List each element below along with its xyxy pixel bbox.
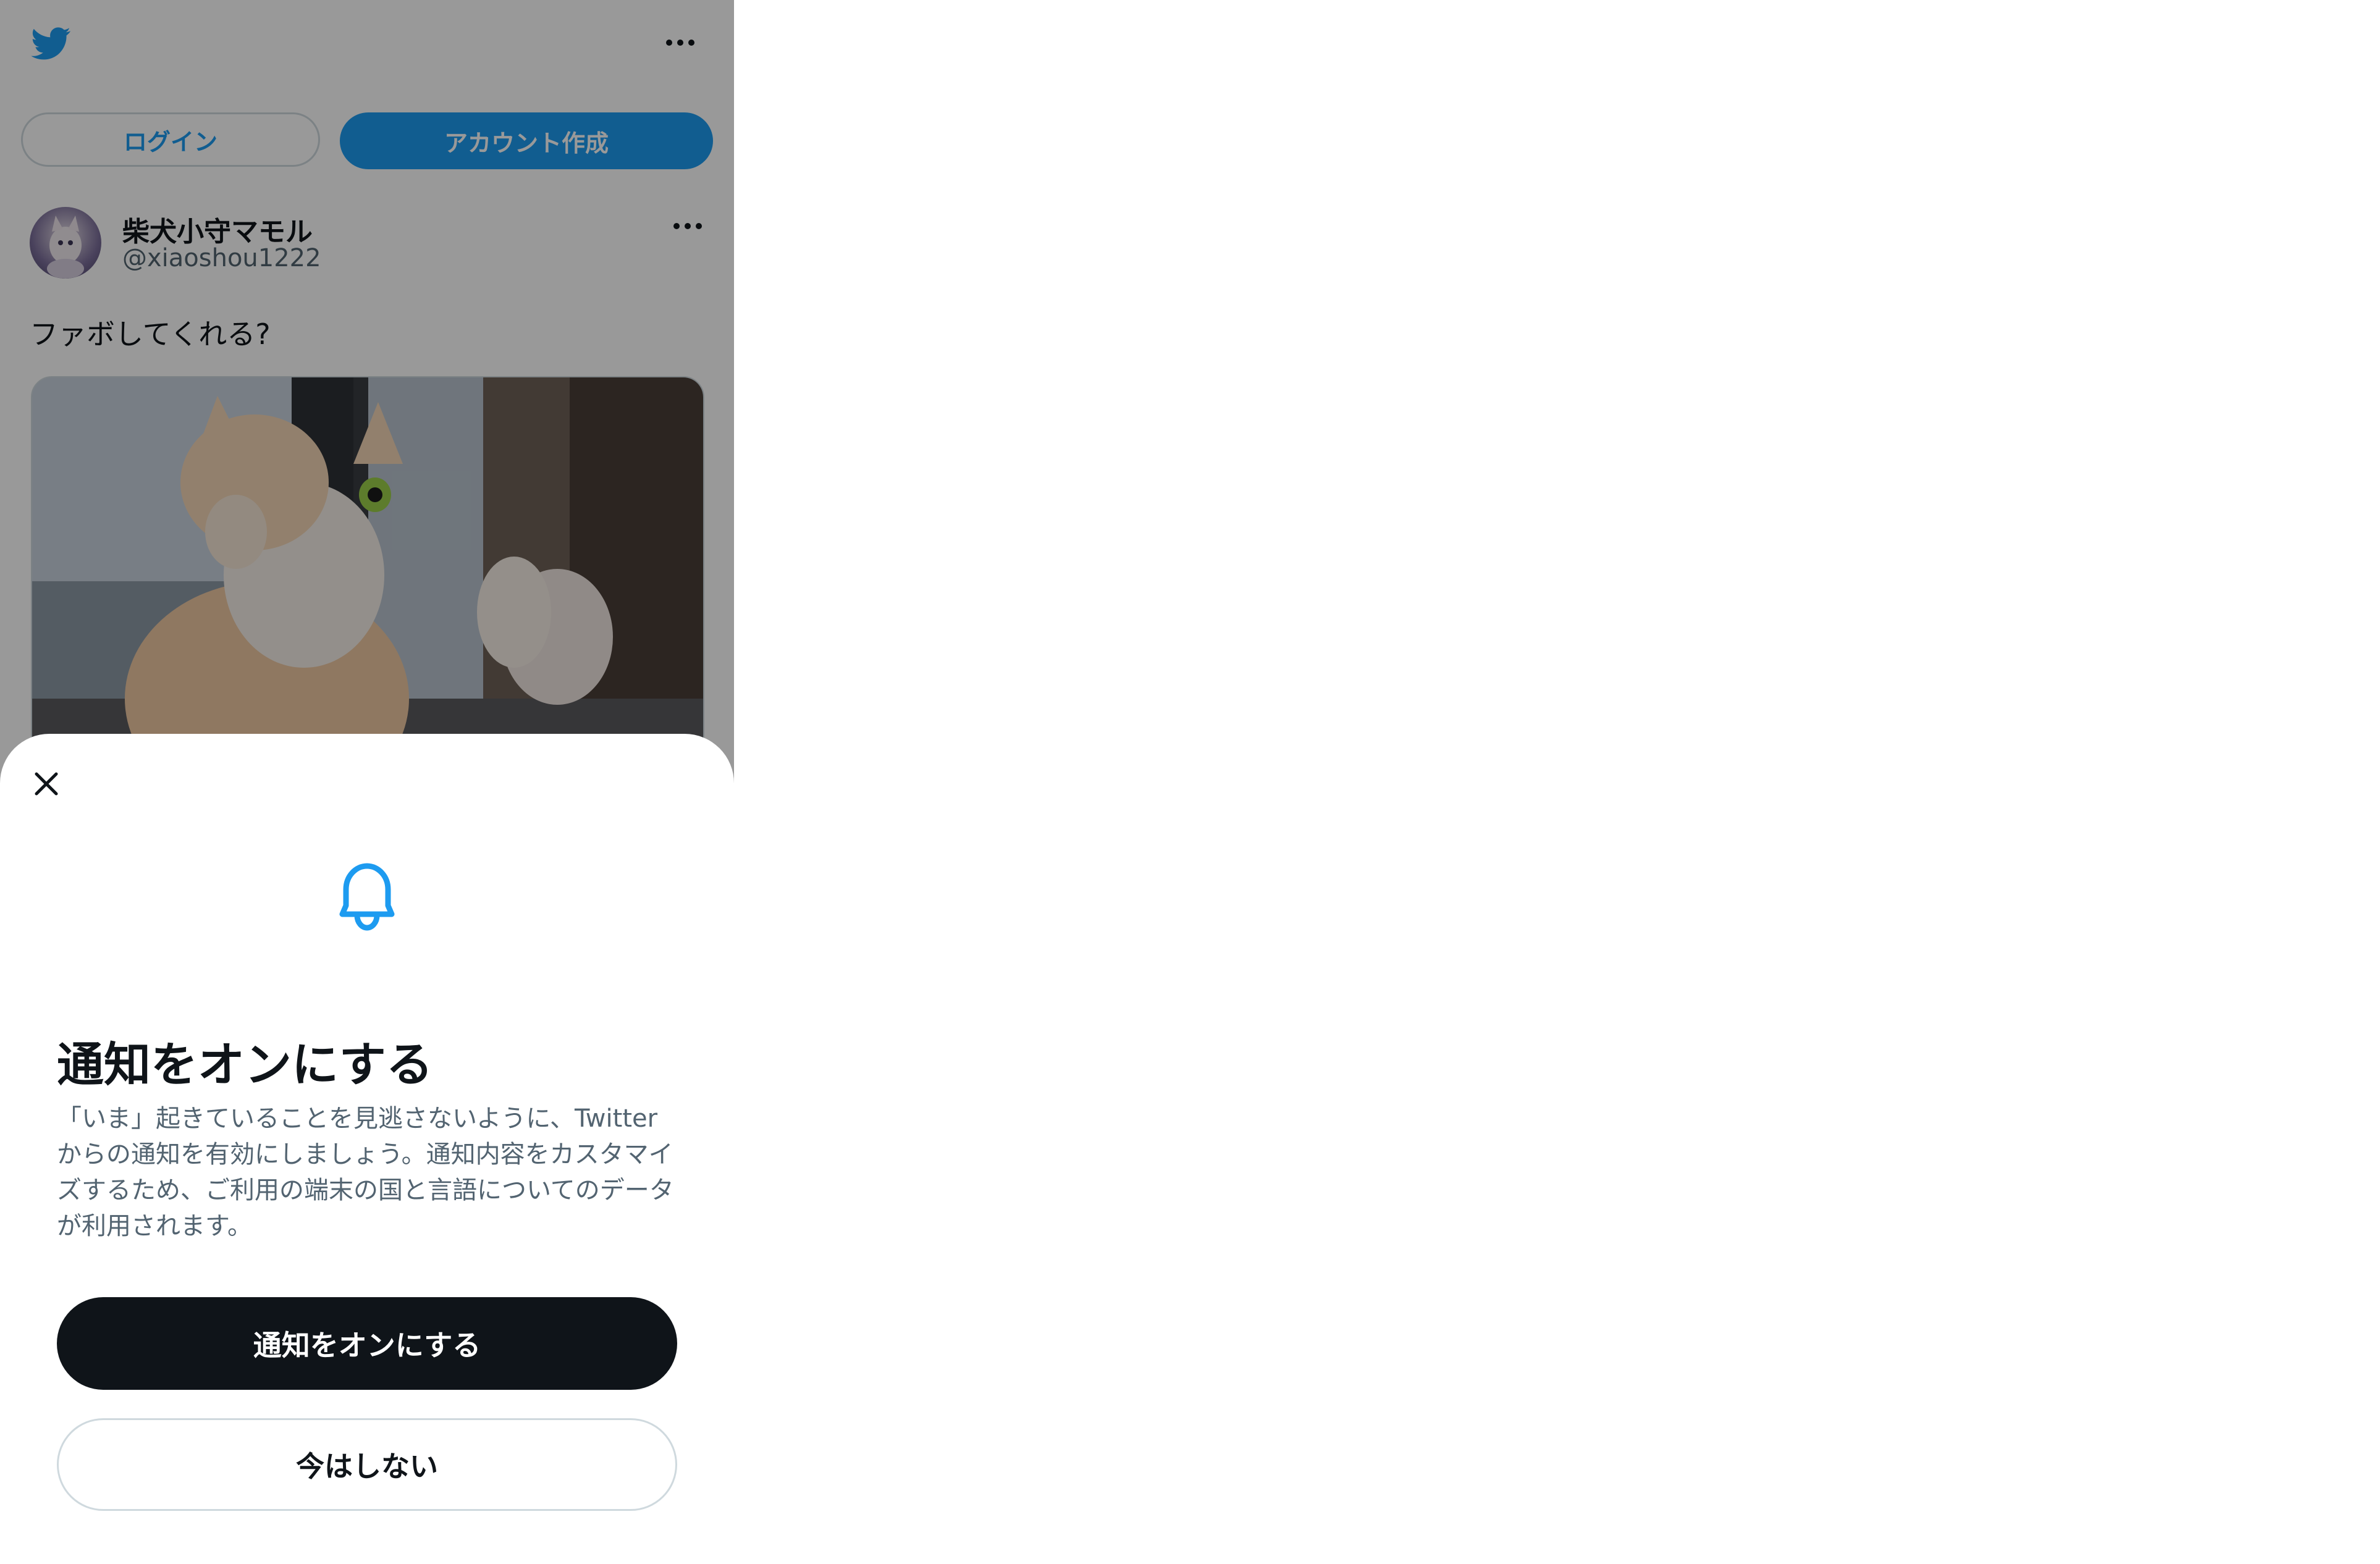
not-now-button[interactable]: 今はしない: [57, 1418, 677, 1511]
app-window: ログイン アカウント作成 柴犬小守マモル @xiaoshou1222 ファボして…: [0, 0, 734, 1564]
bell-icon: [339, 863, 395, 931]
close-icon[interactable]: [25, 762, 68, 805]
sheet-description: 「いま」起きていることを見逃さないように、Twitterからの通知を有効にしまし…: [57, 1104, 674, 1240]
enable-notifications-button[interactable]: 通知をオンにする: [57, 1297, 677, 1390]
notification-sheet: 通知をオンにする 「いま」起きていることを見逃さないように、Twitterからの…: [0, 734, 734, 1564]
sheet-title: 通知をオンにする: [57, 1037, 433, 1092]
